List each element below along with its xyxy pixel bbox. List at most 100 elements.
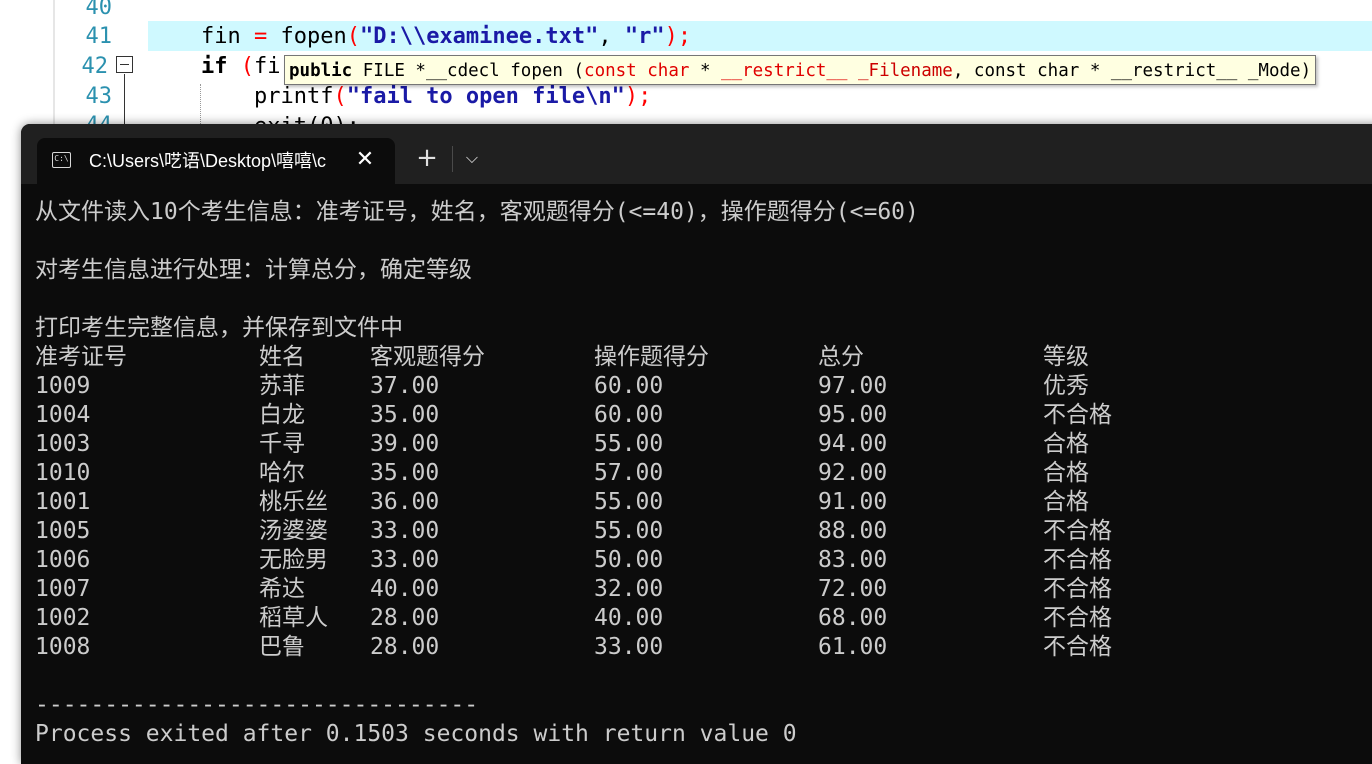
tab-title: C:\Users\呓语\Desktop\嘻嘻\c: [89, 151, 327, 171]
cell-name: 千寻: [259, 431, 305, 457]
cell-exam-id: 1003: [35, 431, 91, 457]
cell-name: 巴鲁: [259, 634, 305, 660]
cell-exam-id: 1001: [35, 489, 91, 515]
terminal-title-bar[interactable]: C:\ C:\Users\呓语\Desktop\嘻嘻\c ✕ + ⌵: [21, 124, 1372, 184]
code-editor[interactable]: 40 41 42 43 44 fin = fopen("D:\\examinee…: [0, 0, 1372, 140]
cell-practical-score: 57.00: [594, 460, 664, 486]
cell-practical-score: 60.00: [594, 402, 664, 428]
table-row: 1007 希达 40.00 32.00 72.00 不合格: [35, 575, 1235, 604]
close-tab-icon[interactable]: ✕: [349, 138, 381, 184]
cell-total: 94.00: [818, 431, 888, 457]
cell-total: 92.00: [818, 460, 888, 486]
cell-exam-id: 1005: [35, 518, 91, 544]
cell-objective-score: 35.00: [370, 460, 440, 486]
cell-exam-id: 1008: [35, 634, 91, 660]
code-line-43[interactable]: printf("fail to open file\n");: [148, 82, 651, 112]
cell-exam-id: 1010: [35, 460, 91, 486]
cell-grade: 合格: [1043, 460, 1089, 486]
cell-objective-score: 40.00: [370, 576, 440, 602]
separator-line: --------------------------------: [35, 692, 479, 718]
cell-name: 哈尔: [259, 460, 305, 486]
cell-name: 桃乐丝: [259, 489, 328, 515]
header-objective-score: 客观题得分: [370, 344, 485, 370]
cell-grade: 优秀: [1043, 373, 1089, 399]
table-row: 1008 巴鲁 28.00 33.00 61.00 不合格: [35, 633, 1235, 662]
cell-name: 汤婆婆: [259, 518, 328, 544]
cell-grade: 合格: [1043, 431, 1089, 457]
cell-practical-score: 50.00: [594, 547, 664, 573]
cell-objective-score: 37.00: [370, 373, 440, 399]
cell-name: 苏菲: [259, 373, 305, 399]
collapse-block-icon[interactable]: [116, 56, 133, 73]
cell-name: 希达: [259, 576, 305, 602]
line-number: 40: [85, 0, 113, 20]
line-number: 42: [81, 54, 109, 79]
cell-objective-score: 33.00: [370, 518, 440, 544]
process-exit-line: Process exited after 0.1503 seconds with…: [35, 721, 797, 747]
header-practical-score: 操作题得分: [594, 344, 709, 370]
line-number: 41: [85, 24, 113, 49]
cell-grade: 不合格: [1043, 605, 1112, 631]
terminal-window[interactable]: C:\ C:\Users\呓语\Desktop\嘻嘻\c ✕ + ⌵ 从文件读入…: [21, 124, 1372, 764]
output-line: 从文件读入10个考生信息：准考证号，姓名，客观题得分(<=40)，操作题得分(<…: [35, 199, 919, 225]
table-row: 1001 桃乐丝 36.00 55.00 91.00 合格: [35, 488, 1235, 517]
cell-exam-id: 1002: [35, 605, 91, 631]
cell-practical-score: 55.00: [594, 489, 664, 515]
cell-name: 白龙: [259, 402, 305, 428]
cell-total: 61.00: [818, 634, 888, 660]
console-icon: C:\: [52, 152, 71, 168]
chevron-down-icon[interactable]: ⌵: [457, 138, 487, 178]
cell-exam-id: 1006: [35, 547, 91, 573]
cell-grade: 不合格: [1043, 547, 1112, 573]
titlebar-divider: [452, 146, 453, 172]
header-total: 总分: [818, 344, 864, 370]
cell-practical-score: 55.00: [594, 431, 664, 457]
cell-practical-score: 40.00: [594, 605, 664, 631]
cell-objective-score: 33.00: [370, 547, 440, 573]
cell-practical-score: 32.00: [594, 576, 664, 602]
table-row: 1002 稻草人 28.00 40.00 68.00 不合格: [35, 604, 1235, 633]
cell-objective-score: 28.00: [370, 605, 440, 631]
cell-total: 91.00: [818, 489, 888, 515]
cell-name: 无脸男: [259, 547, 328, 573]
cell-total: 97.00: [818, 373, 888, 399]
table-row: 1009 苏菲 37.00 60.00 97.00 优秀: [35, 372, 1235, 401]
cell-objective-score: 35.00: [370, 402, 440, 428]
function-signature-tooltip: public FILE *__cdecl fopen (const char *…: [284, 55, 1317, 85]
code-line-42[interactable]: if (fi: [148, 52, 281, 82]
line-number: 43: [85, 84, 113, 109]
cell-grade: 不合格: [1043, 576, 1112, 602]
cell-exam-id: 1007: [35, 576, 91, 602]
cell-exam-id: 1009: [35, 373, 91, 399]
cell-practical-score: 55.00: [594, 518, 664, 544]
cell-practical-score: 33.00: [594, 634, 664, 660]
header-exam-id: 准考证号: [35, 344, 127, 370]
new-tab-icon[interactable]: +: [409, 138, 445, 178]
terminal-tab[interactable]: C:\ C:\Users\呓语\Desktop\嘻嘻\c ✕: [37, 138, 395, 184]
table-row: 1006 无脸男 33.00 50.00 83.00 不合格: [35, 546, 1235, 575]
output-line: 打印考生完整信息，并保存到文件中: [35, 315, 403, 341]
cell-exam-id: 1004: [35, 402, 91, 428]
cell-grade: 合格: [1043, 489, 1089, 515]
table-row: 1005 汤婆婆 33.00 55.00 88.00 不合格: [35, 517, 1235, 546]
cell-grade: 不合格: [1043, 634, 1112, 660]
cell-objective-score: 28.00: [370, 634, 440, 660]
cell-total: 83.00: [818, 547, 888, 573]
header-name: 姓名: [259, 344, 305, 370]
output-line: 对考生信息进行处理：计算总分，确定等级: [35, 257, 472, 283]
cell-practical-score: 60.00: [594, 373, 664, 399]
table-row: 1010 哈尔 35.00 57.00 92.00 合格: [35, 459, 1235, 488]
cell-total: 95.00: [818, 402, 888, 428]
header-grade: 等级: [1043, 344, 1089, 370]
cell-total: 68.00: [818, 605, 888, 631]
cell-total: 72.00: [818, 576, 888, 602]
cell-name: 稻草人: [259, 605, 328, 631]
cell-objective-score: 36.00: [370, 489, 440, 515]
code-line-41[interactable]: fin = fopen("D:\\examinee.txt", "r");: [148, 22, 691, 52]
cell-total: 88.00: [818, 518, 888, 544]
table-header-row: 准考证号 姓名 客观题得分 操作题得分 总分 等级: [35, 343, 1235, 372]
table-row: 1003 千寻 39.00 55.00 94.00 合格: [35, 430, 1235, 459]
cell-objective-score: 39.00: [370, 431, 440, 457]
cell-grade: 不合格: [1043, 518, 1112, 544]
table-row: 1004 白龙 35.00 60.00 95.00 不合格: [35, 401, 1235, 430]
